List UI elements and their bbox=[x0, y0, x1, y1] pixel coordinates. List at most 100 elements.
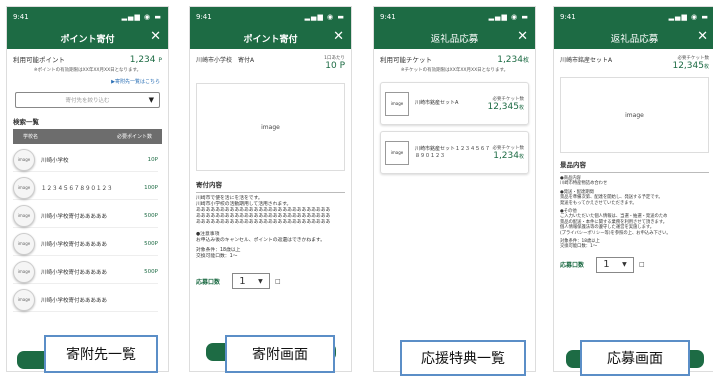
quantity-select[interactable]: 1 ▼ bbox=[232, 273, 271, 289]
item-points: 500P bbox=[144, 212, 158, 219]
page-title: ポイント寄付 bbox=[60, 34, 115, 45]
reward-name: 川崎市銘産セットA bbox=[415, 100, 459, 106]
list-item[interactable]: image 川崎小学校寄付あああああ 500P bbox=[13, 204, 158, 228]
reward-name: 川崎市銘産セット１２３４５６７８９０１２３ bbox=[415, 145, 491, 159]
apply-label: 応募口数 bbox=[560, 262, 585, 270]
apply-row: 応募口数 1 ▼ □ bbox=[554, 256, 713, 273]
close-icon[interactable]: ✕ bbox=[150, 29, 161, 44]
signal-battery-icon: ▂▄▆ ◉ ▬ bbox=[121, 13, 162, 21]
donation-list-screen: 9:41 ▂▄▆ ◉ ▬ ポイント寄付 ✕ 利用可能ポイント 1,234 P ※… bbox=[6, 6, 169, 372]
col-school: 学校名 bbox=[23, 134, 39, 140]
header: 返礼品応募 ✕ bbox=[554, 27, 713, 49]
status-bar: 9:41 ▂▄▆ ◉ ▬ bbox=[554, 7, 713, 27]
signal-battery-icon: ▂▄▆ ◉ ▬ bbox=[304, 13, 345, 21]
donee-list-link[interactable]: ▶寄附先一覧はこちら bbox=[7, 76, 168, 87]
donee-name: 川崎市小学校 寄付A bbox=[196, 57, 255, 64]
reward-cost: 必要チケット数 12,345枚 bbox=[672, 56, 709, 71]
list-item[interactable]: image 川崎小学校寄付あああああ 500P bbox=[13, 260, 158, 284]
info-icon[interactable]: □ bbox=[639, 261, 645, 268]
close-icon[interactable]: ✕ bbox=[517, 29, 528, 44]
col-points: 必要ポイント数 bbox=[116, 134, 152, 140]
list-item[interactable]: image 川崎小学校寄付あああああ 500P bbox=[13, 232, 158, 256]
school-image: image bbox=[13, 232, 35, 255]
expiry-note: ※ポイントの有効期限はXX年XX月XX日となります。 bbox=[33, 68, 142, 73]
reward-header: 川崎市銘産セットA 必要チケット数 12,345枚 bbox=[554, 49, 713, 71]
page-title: 返礼品応募 bbox=[610, 34, 659, 45]
donee-list: image 川崎小学校 10P image １２３４５６７８９０１２３ 100P ima… bbox=[7, 148, 168, 312]
content-body: 川崎市で使を活にを活をです。 川崎市小学校の活動期用して活用されます。 ああああ… bbox=[196, 196, 331, 259]
item-points: 10P bbox=[147, 156, 158, 163]
apply-row: 応募口数 1 ▼ □ bbox=[190, 273, 351, 289]
reward-name: 川崎市銘産セットA bbox=[560, 57, 613, 64]
points-label: 利用可能ポイント bbox=[13, 56, 65, 64]
status-time: 9:41 bbox=[196, 13, 212, 21]
list-title: 検索一覧 bbox=[13, 118, 39, 126]
chevron-down-icon: ▼ bbox=[148, 96, 154, 104]
status-time: 9:41 bbox=[560, 13, 576, 21]
points-summary: 利用可能ポイント 1,234 P bbox=[7, 49, 168, 65]
reward-image: image bbox=[385, 140, 409, 165]
caption-reward-list: 応援特典一覧 bbox=[400, 340, 526, 376]
reward-image: image bbox=[385, 91, 409, 116]
page-title: ポイント寄付 bbox=[243, 34, 298, 45]
points-value: 1,234 P bbox=[129, 55, 162, 65]
content-title: 寄付内容 bbox=[196, 181, 222, 189]
header: 返礼品応募 ✕ bbox=[374, 27, 535, 49]
item-points: 500P bbox=[144, 240, 158, 247]
donee-image: image bbox=[196, 83, 345, 171]
caption-donee-list: 寄附先一覧 bbox=[44, 335, 158, 373]
caption-apply: 応募画面 bbox=[580, 340, 690, 376]
item-points: 100P bbox=[144, 184, 158, 191]
reward-cost: 必要チケット数 1,234枚 bbox=[492, 145, 525, 161]
chevron-down-icon: ▼ bbox=[622, 261, 627, 269]
signal-battery-icon: ▂▄▆ ◉ ▬ bbox=[668, 13, 709, 21]
tickets-label: 利用可能チケット bbox=[380, 56, 432, 64]
caption-donation: 寄附画面 bbox=[225, 335, 335, 373]
unit-price: 1口あたり 10 P bbox=[324, 56, 345, 71]
status-time: 9:41 bbox=[13, 13, 29, 21]
item-name: 川崎小学校寄付あああああ bbox=[41, 297, 108, 304]
reward-list-screen: 9:41 ▂▄▆ ◉ ▬ 返礼品応募 ✕ 利用可能チケット 1,234枚 ※チケ… bbox=[373, 6, 536, 372]
list-item[interactable]: image 川崎小学校 10P bbox=[13, 148, 158, 172]
item-points: 500P bbox=[144, 268, 158, 275]
page-title: 返礼品応募 bbox=[430, 34, 479, 45]
reward-card[interactable]: image 川崎市銘産セット１２３４５６７８９０１２３ 必要チケット数 1,234… bbox=[380, 131, 529, 174]
tickets-value: 1,234枚 bbox=[497, 55, 529, 65]
signal-battery-icon: ▂▄▆ ◉ ▬ bbox=[488, 13, 529, 21]
info-icon[interactable]: □ bbox=[275, 278, 281, 285]
status-time: 9:41 bbox=[380, 13, 396, 21]
header: ポイント寄付 ✕ bbox=[190, 27, 351, 49]
tickets-summary: 利用可能チケット 1,234枚 bbox=[374, 49, 535, 65]
filter-placeholder: 寄付先を絞り込む bbox=[65, 98, 110, 104]
donation-screen: 9:41 ▂▄▆ ◉ ▬ ポイント寄付 ✕ 川崎市小学校 寄付A 1口あたり 10… bbox=[189, 6, 352, 372]
reward-card[interactable]: image 川崎市銘産セットA 必要チケット数 12,345枚 bbox=[380, 82, 529, 125]
list-item[interactable]: image １２３４５６７８９０１２３ 100P bbox=[13, 176, 158, 200]
table-header: 学校名 必要ポイント数 bbox=[13, 129, 162, 144]
expiry-note: ※チケットの有効期限はXX年XX月XX日となります。 bbox=[400, 68, 509, 73]
status-bar: 9:41 ▂▄▆ ◉ ▬ bbox=[374, 7, 535, 27]
status-bar: 9:41 ▂▄▆ ◉ ▬ bbox=[7, 7, 168, 27]
scrollbar[interactable] bbox=[168, 165, 169, 245]
reward-image: image bbox=[560, 77, 709, 153]
school-image: image bbox=[13, 176, 35, 199]
close-icon[interactable]: ✕ bbox=[333, 29, 344, 44]
item-name: 川崎小学校寄付あああああ bbox=[41, 213, 108, 220]
close-icon[interactable]: ✕ bbox=[697, 29, 708, 44]
apply-screen: 9:41 ▂▄▆ ◉ ▬ 返礼品応募 ✕ 川崎市銘産セットA 必要チケット数 12… bbox=[553, 6, 713, 372]
header: ポイント寄付 ✕ bbox=[7, 27, 168, 49]
item-name: 川崎小学校寄付あああああ bbox=[41, 241, 108, 248]
quantity-select[interactable]: 1 ▼ bbox=[596, 256, 635, 273]
chevron-down-icon: ▼ bbox=[258, 277, 263, 285]
school-image: image bbox=[13, 288, 35, 311]
list-item[interactable]: image 川崎小学校寄付あああああ bbox=[13, 288, 158, 312]
item-name: 川崎小学校寄付あああああ bbox=[41, 269, 108, 276]
reward-cost: 必要チケット数 12,345枚 bbox=[487, 96, 524, 112]
school-image: image bbox=[13, 148, 35, 171]
apply-label: 応募口数 bbox=[196, 278, 221, 286]
filter-select[interactable]: 寄付先を絞り込む ▼ bbox=[15, 92, 160, 108]
item-name: 川崎小学校 bbox=[41, 157, 69, 164]
content-title: 景品内容 bbox=[560, 161, 586, 169]
school-image: image bbox=[13, 204, 35, 227]
school-image: image bbox=[13, 260, 35, 283]
donee-header: 川崎市小学校 寄付A 1口あたり 10 P bbox=[190, 49, 351, 71]
